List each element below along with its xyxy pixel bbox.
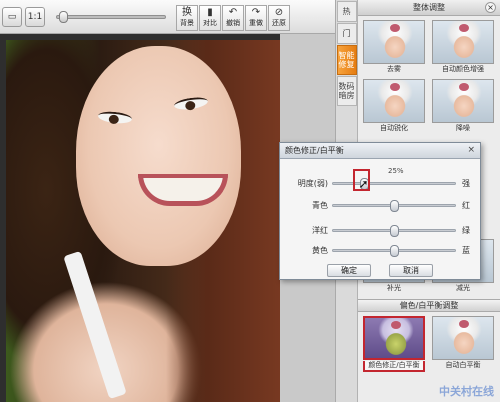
compare-icon: ▮ xyxy=(207,7,213,18)
close-icon[interactable]: × xyxy=(485,2,496,13)
effect-thumbnail[interactable]: 自动颜色增强 xyxy=(432,20,494,74)
slider-row: 洋红 绿 xyxy=(280,223,480,237)
cursor-icon: ➚ xyxy=(358,177,369,191)
thumbnail-label: 降噪 xyxy=(456,124,470,132)
slider-thumb[interactable]: ➚ xyxy=(352,169,370,191)
undo-icon: ↶ xyxy=(228,7,238,18)
side-tab[interactable]: 智能修复 xyxy=(336,45,357,75)
restore-icon: ⊘ xyxy=(274,7,284,18)
slider-thumb[interactable] xyxy=(390,245,399,257)
background-icon: 换 xyxy=(182,7,192,18)
slider-left-label: 黄色 xyxy=(312,246,328,255)
thumbnail-image xyxy=(363,20,425,64)
thumbnail-image xyxy=(363,316,425,360)
slider-track[interactable] xyxy=(332,225,456,237)
thumbnail-label: 补光 xyxy=(387,284,401,292)
effect-thumbnail[interactable]: 自动锐化 xyxy=(363,79,425,133)
side-tab[interactable]: 门 xyxy=(336,23,357,44)
slider-right-label: 强 xyxy=(462,179,470,188)
effect-thumbnail[interactable]: 颜色修正/白平衡 xyxy=(363,316,425,372)
thumb-grid-top: 去雾 自动颜色增强自动锐化 降噪 xyxy=(358,16,500,133)
dialog-buttons: 确定 取消 xyxy=(280,264,480,277)
ok-button[interactable]: 确定 xyxy=(327,264,371,277)
thumbnail-label: 自动锐化 xyxy=(380,124,408,132)
slider-left-label: 洋红 xyxy=(312,226,328,235)
slider-row: 青色 红 xyxy=(280,198,480,212)
slider-value-readout: 25% xyxy=(388,167,404,175)
effect-thumbnail[interactable]: 自动白平衡 xyxy=(432,316,494,372)
side-tab[interactable]: 数码暗房 xyxy=(336,76,357,106)
compare-button[interactable]: ▮ 对比 xyxy=(199,5,221,31)
slider-right-label: 绿 xyxy=(462,226,470,235)
slider-thumb[interactable] xyxy=(390,225,399,237)
slider-right-label: 红 xyxy=(462,201,470,210)
photo-canvas[interactable] xyxy=(0,34,280,402)
slider-right-label: 蓝 xyxy=(462,246,470,255)
effect-thumbnail[interactable]: 去雾 xyxy=(363,20,425,74)
slider-track[interactable]: ➚ xyxy=(332,169,456,191)
background-button[interactable]: 换背景 xyxy=(176,5,198,31)
actual-size-icon[interactable]: 1:1 xyxy=(25,7,45,27)
tool-label: 撤销 xyxy=(226,19,240,27)
dialog-title: 颜色修正/白平衡 xyxy=(285,146,344,155)
zoom-slider-thumb[interactable] xyxy=(59,11,69,23)
restore-button[interactable]: ⊘ 还原 xyxy=(268,5,290,31)
section-header: 偏色/白平衡调整 xyxy=(358,299,500,312)
thumbnail-image xyxy=(432,20,494,64)
tool-label: 重做 xyxy=(249,19,263,27)
thumbnail-label: 颜色修正/白平衡 xyxy=(363,361,425,372)
watermark: 中关村在线 xyxy=(439,385,494,398)
tool-group-view: 换背景 ▮ 对比 xyxy=(176,5,221,31)
thumbnail-image xyxy=(432,79,494,123)
thumbnail-label: 去雾 xyxy=(387,65,401,73)
color-correction-dialog: 颜色修正/白平衡 × 25% 明度(弱) ➚ 强青色 红洋红 绿黄色 蓝 确定 取消 xyxy=(279,142,481,280)
thumbnail-label: 自动白平衡 xyxy=(445,361,481,369)
portrait-photo xyxy=(6,40,280,402)
dialog-titlebar: 颜色修正/白平衡 × xyxy=(280,143,480,159)
cancel-button[interactable]: 取消 xyxy=(389,264,433,277)
tool-label: 背景 xyxy=(180,19,194,27)
panel-title: 整体调整 xyxy=(413,3,445,12)
toolbar: ▭ 1:1 换背景 ▮ 对比 ↶ 撤销 ↷ 重做 ⊘ 还原 xyxy=(0,0,335,34)
tool-label: 对比 xyxy=(203,19,217,27)
thumbnail-label: 自动颜色增强 xyxy=(442,65,484,73)
thumbnail-image xyxy=(363,79,425,123)
close-icon[interactable]: × xyxy=(467,145,475,155)
side-tab[interactable]: 热 xyxy=(336,1,357,22)
redo-button[interactable]: ↷ 重做 xyxy=(245,5,267,31)
effect-thumbnail[interactable]: 降噪 xyxy=(432,79,494,133)
undo-button[interactable]: ↶ 撤销 xyxy=(222,5,244,31)
zoom-slider[interactable] xyxy=(56,11,166,23)
slider-left-label: 明度(弱) xyxy=(297,179,328,188)
slider-thumb[interactable] xyxy=(390,200,399,212)
thumbnail-label: 减光 xyxy=(456,284,470,292)
section-title: 偏色/白平衡调整 xyxy=(399,301,459,310)
monitor-icon[interactable]: ▭ xyxy=(2,7,22,27)
thumb-grid-bottom: 颜色修正/白平衡 自动白平衡 xyxy=(358,312,500,372)
redo-icon: ↷ xyxy=(251,7,261,18)
slider-track[interactable] xyxy=(332,245,456,257)
slider-left-label: 青色 xyxy=(312,201,328,210)
thumbnail-image xyxy=(432,316,494,360)
slider-track[interactable] xyxy=(332,200,456,212)
tool-group-history: ↶ 撤销 ↷ 重做 ⊘ 还原 xyxy=(222,5,290,31)
slider-row: 黄色 蓝 xyxy=(280,243,480,257)
slider-row: 明度(弱) ➚ 强 xyxy=(280,169,480,191)
tool-label: 还原 xyxy=(272,19,286,27)
panel-header: 整体调整 × xyxy=(358,0,500,16)
